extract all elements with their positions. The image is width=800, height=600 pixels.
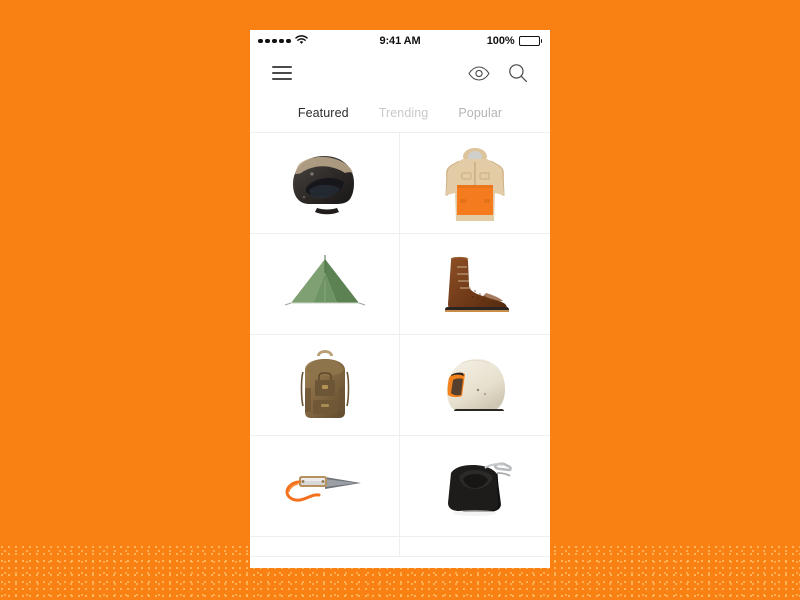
status-bar: 9:41 AM 100% [250, 30, 550, 52]
nav-bar [250, 52, 550, 94]
tab-trending[interactable]: Trending [379, 106, 429, 120]
product-grid [250, 132, 550, 557]
product-cell-anorak-jacket[interactable] [400, 133, 550, 234]
product-cell-partial-right[interactable] [400, 537, 550, 557]
product-helmet-open-face [292, 156, 354, 215]
product-leather-boot [445, 256, 509, 312]
product-cell-helmet-full-face[interactable] [400, 335, 550, 436]
nav-action-icons [468, 63, 528, 83]
product-canvas-backpack [300, 350, 349, 418]
battery-full-icon [518, 36, 543, 46]
product-camping-tent [284, 255, 365, 306]
category-tabs: Featured Trending Popular [250, 94, 550, 132]
product-cell-canvas-backpack[interactable] [250, 335, 400, 436]
status-bar-left [258, 34, 379, 48]
tab-featured[interactable]: Featured [298, 106, 349, 120]
phone-screen: 9:41 AM 100% Featured Trending Popular [250, 30, 550, 568]
battery-percent-label: 100% [486, 35, 515, 47]
product-cell-leather-boot[interactable] [400, 234, 550, 335]
product-cell-camping-tent[interactable] [250, 234, 400, 335]
product-cell-partial-left[interactable] [250, 537, 400, 557]
product-anorak-jacket [445, 148, 505, 221]
hamburger-menu-icon[interactable] [272, 66, 292, 80]
search-icon[interactable] [508, 63, 528, 83]
signal-dots-icon [258, 38, 291, 44]
product-pocket-knife [284, 476, 361, 502]
product-cell-helmet-open-face[interactable] [250, 133, 400, 234]
tab-popular[interactable]: Popular [458, 106, 502, 120]
product-cell-saddle-bag[interactable] [400, 436, 550, 537]
product-cell-pocket-knife[interactable] [250, 436, 400, 537]
product-helmet-full-face [447, 359, 505, 411]
status-bar-time: 9:41 AM [379, 35, 421, 47]
status-bar-right: 100% [421, 35, 543, 47]
wifi-icon [294, 34, 308, 48]
product-saddle-bag [448, 462, 512, 516]
eye-icon[interactable] [468, 65, 490, 81]
